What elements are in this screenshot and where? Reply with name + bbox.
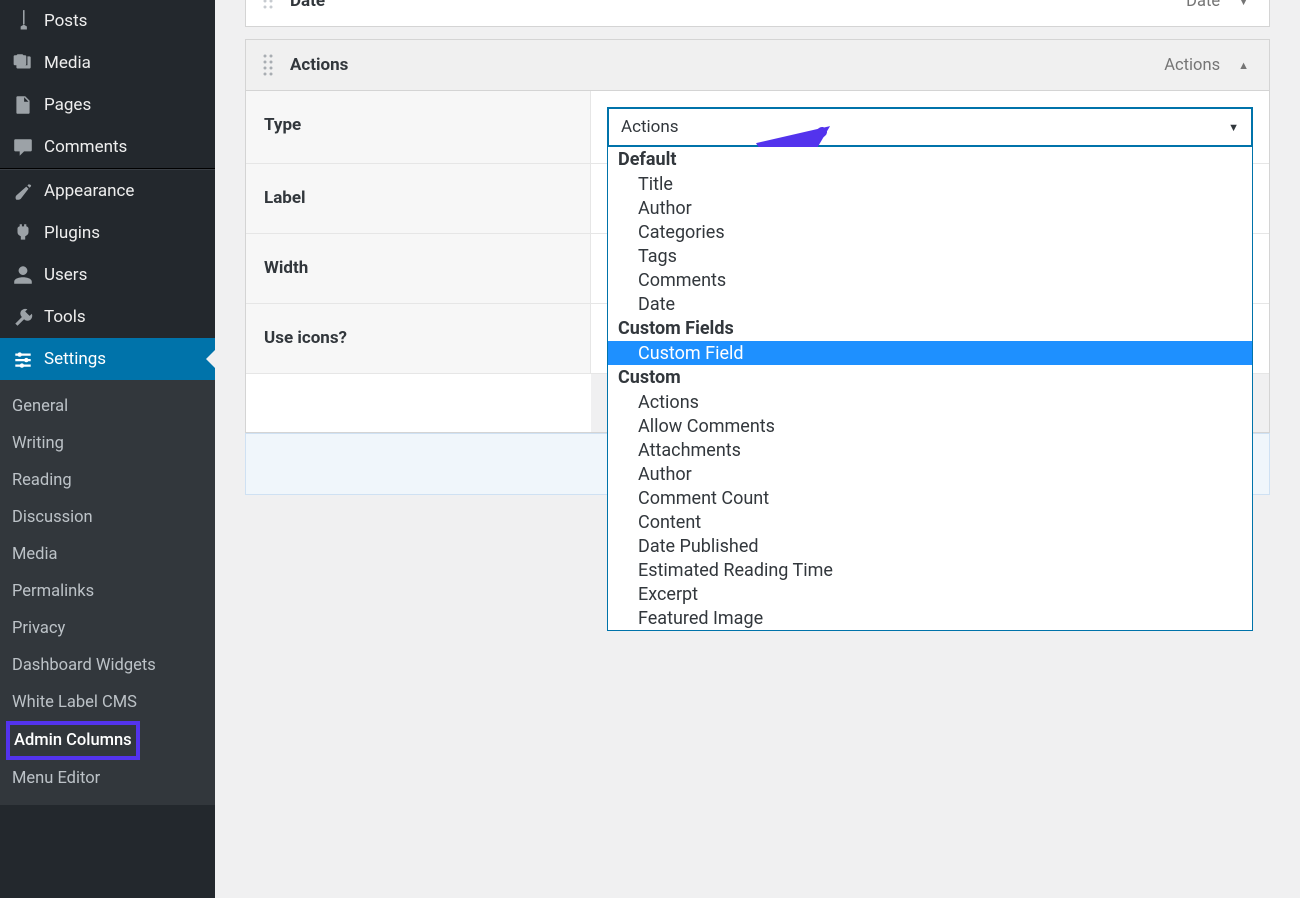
sidebar-item-label: Pages (44, 95, 91, 115)
sidebar-item-appearance[interactable]: Appearance (0, 170, 215, 212)
settings-submenu: GeneralWritingReadingDiscussionMediaPerm… (0, 380, 215, 805)
sidebar-item-users[interactable]: Users (0, 254, 215, 296)
column-name: Actions (290, 55, 1164, 75)
sidebar-item-settings[interactable]: Settings (0, 338, 215, 380)
drag-handle-icon[interactable] (246, 53, 290, 77)
dropdown-option[interactable]: Author (608, 462, 1252, 486)
sidebar-item-media[interactable]: Media (0, 42, 215, 84)
comment-icon (12, 136, 34, 158)
dropdown-option[interactable]: Date (608, 292, 1252, 316)
type-select[interactable]: Actions ▼ DefaultTitleAuthorCategoriesTa… (607, 107, 1253, 147)
type-dropdown[interactable]: DefaultTitleAuthorCategoriesTagsComments… (607, 147, 1253, 631)
select-box[interactable]: Actions ▼ (607, 107, 1253, 147)
submenu-item-general[interactable]: General (0, 388, 215, 425)
dropdown-option[interactable]: Categories (608, 220, 1252, 244)
dropdown-group-custom-fields: Custom Fields (608, 316, 1252, 341)
sidebar-item-label: Media (44, 53, 91, 73)
submenu-item-discussion[interactable]: Discussion (0, 499, 215, 536)
dropdown-option[interactable]: Tags (608, 244, 1252, 268)
brush-icon (12, 180, 34, 202)
column-right: Date ▼ (1186, 0, 1269, 11)
dropdown-group-custom: Custom (608, 365, 1252, 390)
field-row-type: Type Actions ▼ DefaultTitleAuthorCategor… (246, 91, 1269, 164)
dropdown-option[interactable]: Custom Field (608, 341, 1252, 365)
sidebar-item-plugins[interactable]: Plugins (0, 212, 215, 254)
dropdown-option[interactable]: Date Published (608, 534, 1252, 558)
sidebar-item-label: Plugins (44, 223, 100, 243)
dropdown-option[interactable]: Comments (608, 268, 1252, 292)
admin-sidebar: Posts Media Pages Comments Appearance Plugins… (0, 0, 215, 898)
sidebar-item-tools[interactable]: Tools (0, 296, 215, 338)
sidebar-item-label: Comments (44, 137, 127, 157)
dropdown-group-default: Default (608, 147, 1252, 172)
sidebar-item-posts[interactable]: Posts (0, 0, 215, 42)
submenu-item-dashboard-widgets[interactable]: Dashboard Widgets (0, 647, 215, 684)
submenu-item-privacy[interactable]: Privacy (0, 610, 215, 647)
pin-icon (12, 10, 34, 32)
dropdown-option[interactable]: Allow Comments (608, 414, 1252, 438)
drag-handle-icon[interactable] (246, 0, 290, 10)
column-row-actions[interactable]: Actions Actions ▲ (245, 39, 1270, 91)
dropdown-option[interactable]: Content (608, 510, 1252, 534)
dropdown-option[interactable]: Title (608, 172, 1252, 196)
chevron-down-icon[interactable]: ▼ (1238, 0, 1249, 8)
field-label: Type (246, 91, 591, 163)
slider-icon (12, 348, 34, 370)
sidebar-item-label: Posts (44, 11, 87, 31)
submenu-item-menu-editor[interactable]: Menu Editor (0, 760, 215, 797)
submenu-item-media[interactable]: Media (0, 536, 215, 573)
sidebar-item-label: Appearance (44, 181, 134, 201)
sidebar-item-comments[interactable]: Comments (0, 126, 215, 169)
dropdown-option[interactable]: Estimated Reading Time (608, 558, 1252, 582)
wrench-icon (12, 306, 34, 328)
submenu-item-writing[interactable]: Writing (0, 425, 215, 462)
page-icon (12, 94, 34, 116)
sidebar-item-label: Tools (44, 307, 86, 327)
chevron-down-icon: ▼ (1228, 121, 1239, 134)
submenu-item-permalinks[interactable]: Permalinks (0, 573, 215, 610)
dropdown-option[interactable]: Excerpt (608, 582, 1252, 606)
user-icon (12, 264, 34, 286)
field-label: Use icons? (246, 304, 591, 373)
media-icon (12, 52, 34, 74)
plug-icon (12, 222, 34, 244)
column-name: Date (290, 0, 1186, 11)
dropdown-option[interactable]: Actions (608, 390, 1252, 414)
chevron-up-icon[interactable]: ▲ (1238, 59, 1249, 72)
field-label: Label (246, 164, 591, 233)
submenu-item-admin-columns[interactable]: Admin Columns (6, 721, 140, 760)
dropdown-option[interactable]: Featured Image (608, 606, 1252, 630)
sidebar-item-label: Settings (44, 349, 106, 369)
field-label: Width (246, 234, 591, 303)
submenu-item-white-label-cms[interactable]: White Label CMS (0, 684, 215, 721)
main-content: Date Date ▼ Actions Actions ▲ Type Actio… (215, 0, 1300, 898)
dropdown-option[interactable]: Attachments (608, 438, 1252, 462)
sidebar-item-pages[interactable]: Pages (0, 84, 215, 126)
submenu-item-reading[interactable]: Reading (0, 462, 215, 499)
column-row-date[interactable]: Date Date ▼ (245, 0, 1270, 27)
column-settings-panel: Type Actions ▼ DefaultTitleAuthorCategor… (245, 91, 1270, 433)
sidebar-item-label: Users (44, 265, 87, 285)
dropdown-option[interactable]: Comment Count (608, 486, 1252, 510)
column-right: Actions ▲ (1164, 56, 1269, 75)
dropdown-option[interactable]: Author (608, 196, 1252, 220)
